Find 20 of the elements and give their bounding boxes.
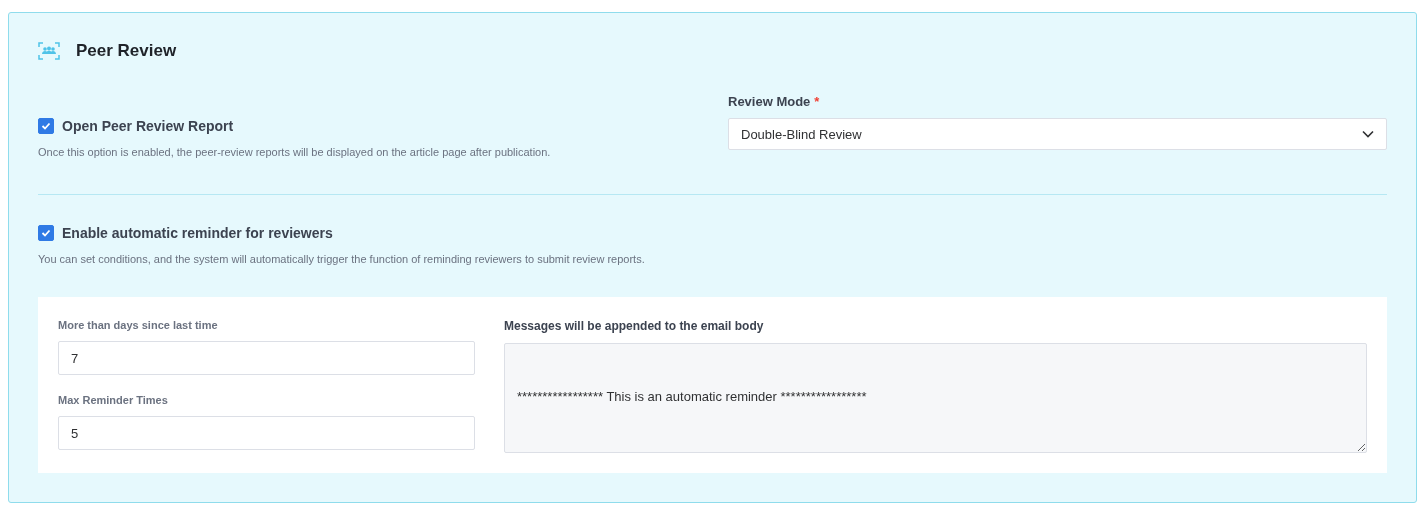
days-input-field[interactable]: 7 [58,341,475,375]
chevron-down-icon [1362,130,1374,138]
checkmark-icon [41,229,51,237]
field-label: Max Reminder Times [58,394,169,406]
review-mode-dropdown[interactable]: Double-Blind Review [728,118,1387,150]
checkbox[interactable] [38,225,54,241]
field-label: Messages will be appended to the email body [504,319,765,333]
checkbox-label[interactable]: Enable automatic reminder for reviewers [62,225,333,241]
panel-title: Peer Review [76,41,177,61]
checkbox-label[interactable]: Open Peer Review Report [62,118,234,134]
max-times-input-field[interactable]: 5 [58,416,475,450]
option-description: Once this option is enabled, the peer-review reports will be displayed on the article page after publication. [38,146,552,158]
field-label: More than days since last time [58,319,219,331]
required-mark: * [814,94,820,109]
people-icon [38,42,60,60]
field-label: Review Mode [728,94,811,109]
option-description: You can set conditions, and the system will automatically trigger the function of reminding reviewers to submit review reports. [38,253,646,265]
message-text-area[interactable]: ***************** This is an automatic reminder ***************** [504,343,1367,453]
checkbox[interactable] [38,118,54,134]
checkmark-icon [41,122,51,130]
